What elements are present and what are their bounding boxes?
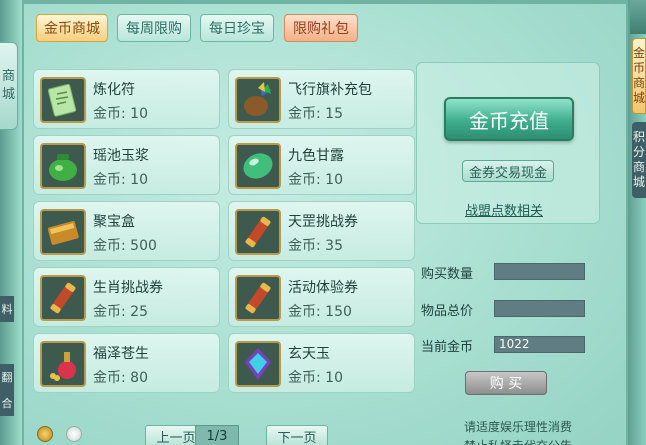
left-tab-char-2: 城 [1,87,15,102]
treasure-box-icon [40,209,86,255]
talisman-icon [40,77,86,123]
item-card[interactable]: 福泽苍生 金币: 80 [33,333,220,393]
tab-daily-treasure[interactable]: 每日珍宝 [200,14,274,42]
flag-bag-icon [235,77,281,123]
item-name: 九色甘露 [288,148,344,164]
right-tab1-char-2: 币 [633,61,646,75]
scroll-icon [40,275,86,321]
item-price: 金币: 80 [93,370,148,386]
notice-text: 请适度娱乐理性消费 禁止私怪走代充公告 [443,418,593,445]
left-frag-1: 料 [0,296,14,322]
left-tab-char-1: 商 [1,69,15,85]
jade-jar-icon [40,143,86,189]
notice-line-1: 请适度娱乐理性消费 [463,420,572,434]
item-price: 金币: 500 [93,238,157,254]
item-card[interactable]: 生肖挑战券 金币: 25 [33,267,220,327]
gold-recharge-button[interactable]: 金币充值 [444,97,574,141]
item-price: 金币: 10 [93,106,148,122]
next-page-button[interactable]: 下一页 [266,425,328,445]
item-card[interactable]: 瑶池玉浆 金币: 10 [33,135,220,195]
silver-coin-icon[interactable] [66,426,82,442]
tab-limited-pack[interactable]: 限购礼包 [284,14,358,42]
item-name: 飞行旗补充包 [288,82,372,98]
item-name: 炼化符 [93,82,135,98]
right-tab1-char-3: 商 [633,76,646,90]
notice-line-2: 禁止私怪走代充公告 [443,437,593,445]
item-name: 生肖挑战券 [93,280,163,296]
right-tab-gold-shop[interactable]: 金 币 商 城 [632,38,646,114]
item-card[interactable]: 玄天玉 金币: 10 [228,333,415,393]
item-card[interactable]: 九色甘露 金币: 10 [228,135,415,195]
close-icon[interactable] [630,0,646,34]
item-name: 聚宝盒 [93,214,135,230]
left-shop-tab[interactable]: 商 城 [0,42,18,130]
page-indicator: 1/3 [195,425,239,445]
item-price: 金币: 150 [288,304,352,320]
item-price: 金币: 10 [288,172,343,188]
item-name: 福泽苍生 [93,346,149,362]
item-name: 天罡挑战券 [288,214,358,230]
left-frag-2: 翻 [0,364,14,390]
tab-gold-shop[interactable]: 金币商城 [36,14,108,42]
left-frag-3: 合 [0,390,14,416]
right-tab2-char-4: 城 [632,175,645,189]
item-card[interactable]: 活动体验券 金币: 150 [228,267,415,327]
item-price: 金币: 10 [288,370,343,386]
qty-label: 购买数量 [421,267,474,282]
current-gold-field: 1022 [494,336,585,353]
right-tab2-char-2: 分 [632,145,645,159]
potion-icon [40,341,86,387]
blue-gem-icon [235,341,281,387]
tab-weekly-limit[interactable]: 每周限购 [117,14,191,42]
item-price: 金币: 10 [93,172,148,188]
gold-coin-icon[interactable] [37,426,53,442]
item-name: 瑶池玉浆 [93,148,149,164]
ticket-exchange-button[interactable]: 金券交易现金 [462,160,554,182]
league-points-link[interactable]: 战盟点数相关 [465,200,543,219]
panel-top-border [24,0,626,4]
qty-field[interactable] [494,263,585,280]
scroll-icon [235,209,281,255]
item-card[interactable]: 聚宝盒 金币: 500 [33,201,220,261]
current-gold-label: 当前金币 [421,340,474,355]
total-field [494,300,585,317]
item-price: 金币: 15 [288,106,343,122]
right-tab1-char-1: 金 [633,46,646,60]
item-price: 金币: 35 [288,238,343,254]
item-name: 活动体验券 [288,280,358,296]
item-card[interactable]: 天罡挑战券 金币: 35 [228,201,415,261]
right-tab2-char-3: 商 [632,160,645,174]
item-price: 金币: 25 [93,304,148,320]
total-label: 物品总价 [421,304,474,319]
right-tab-points-shop[interactable]: 积 分 商 城 [632,122,646,198]
item-name: 玄天玉 [288,346,330,362]
green-gem-icon [235,143,281,189]
right-tab1-char-4: 城 [633,91,646,105]
item-card[interactable]: 飞行旗补充包 金币: 15 [228,69,415,129]
item-card[interactable]: 炼化符 金币: 10 [33,69,220,129]
scroll-icon [235,275,281,321]
buy-button[interactable]: 购 买 [465,371,547,395]
right-tab2-char-1: 积 [632,130,645,144]
